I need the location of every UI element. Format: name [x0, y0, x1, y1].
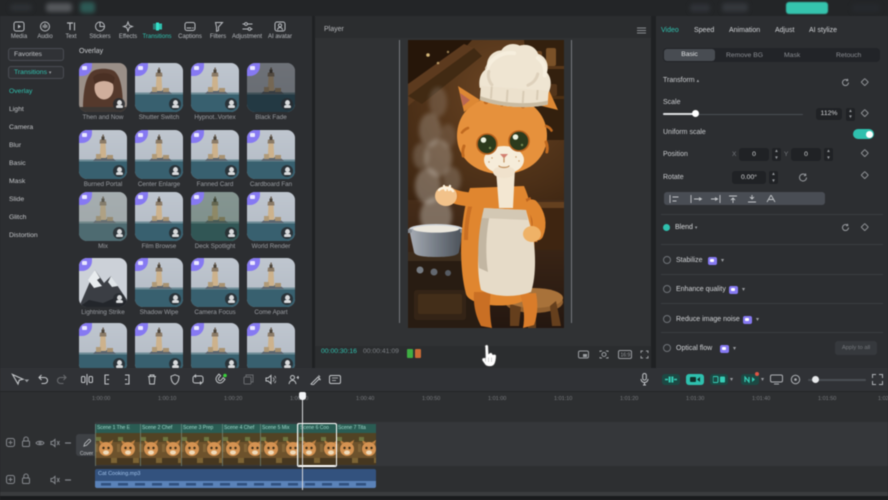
svg-text:16:9: 16:9 — [621, 353, 631, 359]
